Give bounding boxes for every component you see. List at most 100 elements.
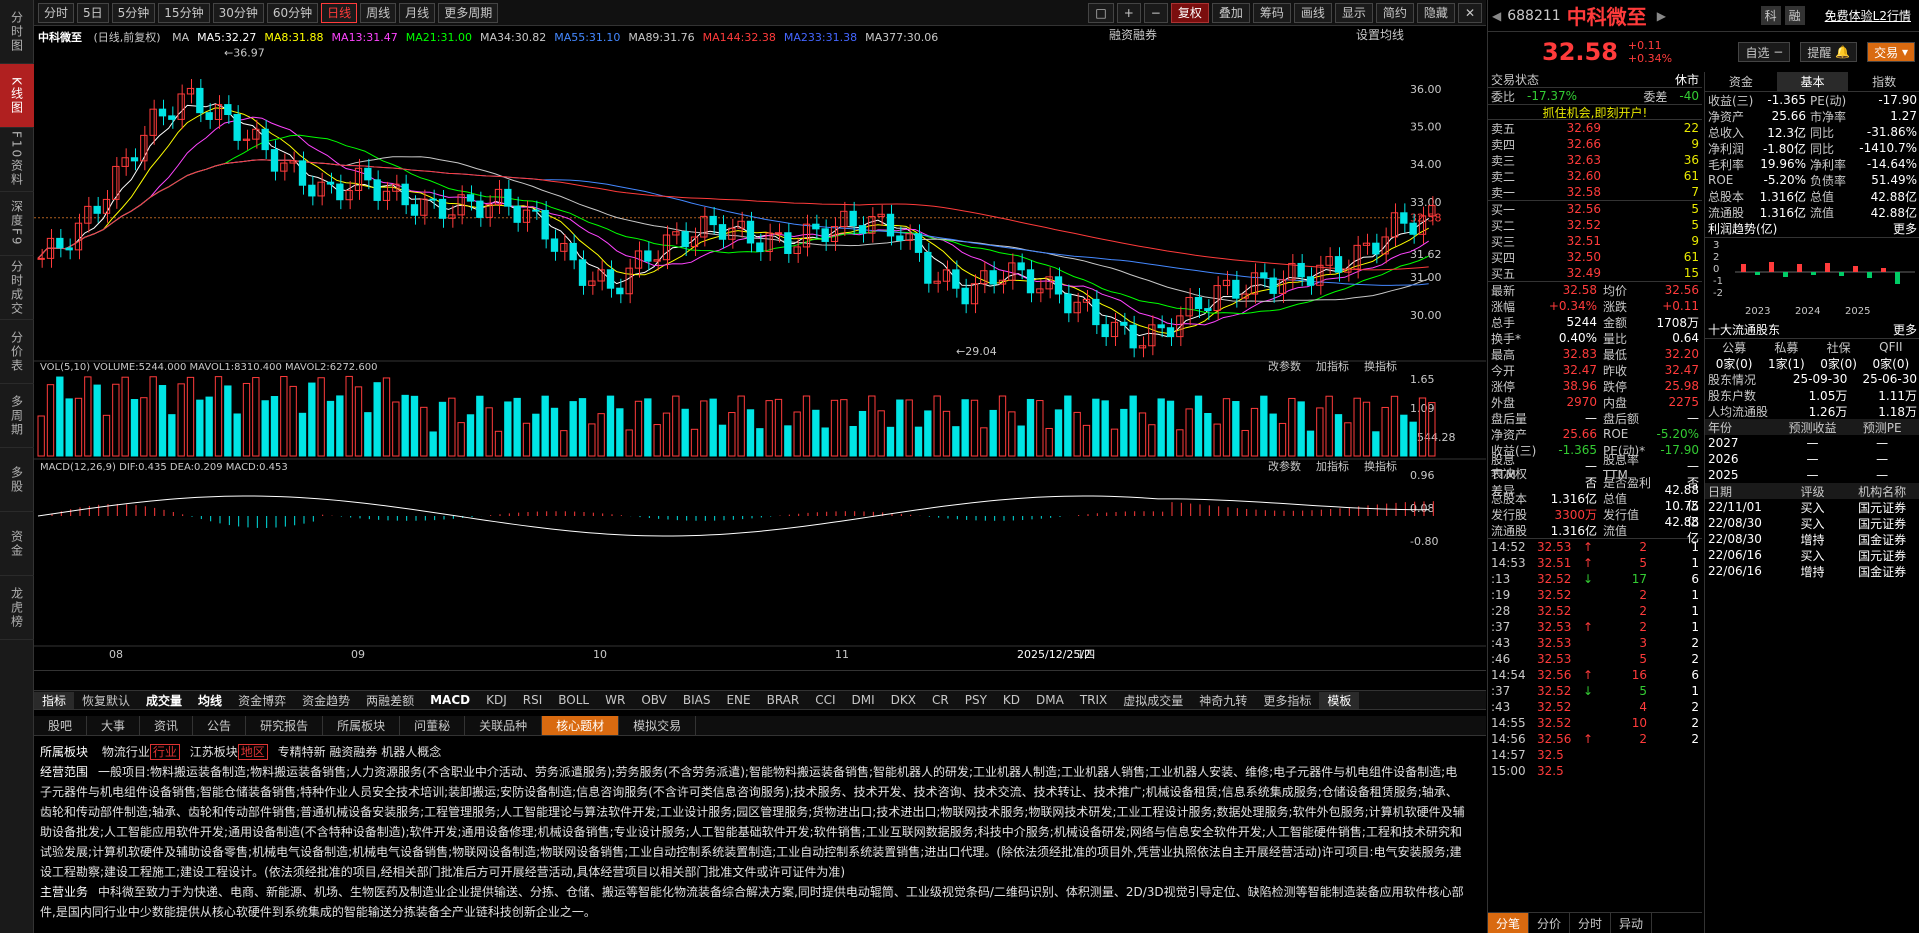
bk-industry[interactable]: 物流行业: [102, 745, 150, 759]
info-tab-6[interactable]: 问董秘: [400, 716, 466, 735]
bottom-tab-2[interactable]: 分时: [1570, 913, 1612, 933]
diejia-button[interactable]: 叠加: [1211, 2, 1250, 23]
left-nav-item-4[interactable]: 分时成交: [0, 256, 34, 320]
left-nav-item-8[interactable]: 资金: [0, 512, 34, 576]
period-tab-6[interactable]: 日线: [321, 2, 358, 23]
period-tab-7[interactable]: 周线: [360, 2, 397, 23]
left-nav-item-5[interactable]: 分价表: [0, 320, 34, 384]
period-tab-8[interactable]: 月线: [399, 2, 436, 23]
indicator-12[interactable]: OBV: [633, 693, 675, 707]
jianyue-button[interactable]: 简约: [1375, 2, 1414, 23]
vol-bar: [793, 411, 801, 457]
stat-label: ROE: [1603, 427, 1629, 441]
period-tab-4[interactable]: 30分钟: [212, 2, 264, 23]
xianshi-button[interactable]: 显示: [1334, 2, 1373, 23]
period-tab-0[interactable]: 分时: [38, 2, 75, 23]
info-tab-0[interactable]: 股吧: [34, 716, 88, 735]
bottom-tab-0[interactable]: 分笔: [1488, 913, 1530, 933]
indicator-0[interactable]: 指标: [34, 691, 75, 709]
fuquan-button[interactable]: 复权: [1170, 2, 1209, 23]
candle-body: [364, 167, 372, 181]
info-tab-7[interactable]: 关联品种: [465, 716, 543, 735]
stat-label: 昨收: [1603, 363, 1628, 378]
indicator-24[interactable]: 虚拟成交量: [1115, 692, 1191, 709]
indicator-19[interactable]: CR: [924, 693, 957, 707]
indicator-21[interactable]: KD: [995, 693, 1028, 707]
indicator-16[interactable]: CCI: [807, 693, 843, 707]
info-tab-5[interactable]: 所属板块: [323, 716, 401, 735]
indicator-17[interactable]: DMI: [844, 693, 883, 707]
bottom-tab-3[interactable]: 异动: [1611, 913, 1653, 933]
indicator-8[interactable]: KDJ: [478, 693, 515, 707]
zoom-in-button[interactable]: +: [1116, 2, 1141, 23]
bottom-tab-1[interactable]: 分价: [1529, 913, 1571, 933]
indicator-14[interactable]: ENE: [718, 693, 758, 707]
indicator-23[interactable]: TRIX: [1072, 693, 1115, 707]
indicator-5[interactable]: 资金趋势: [294, 692, 358, 709]
left-nav-item-9[interactable]: 龙虎榜: [0, 576, 34, 640]
toolbar-icon-box[interactable]: □: [1088, 2, 1114, 23]
close-icon[interactable]: ✕: [1457, 2, 1482, 23]
indicator-7[interactable]: MACD: [422, 693, 478, 707]
left-nav-item-2[interactable]: F10资料: [0, 128, 34, 192]
chouma-button[interactable]: 筹码: [1252, 2, 1291, 23]
fund-tab-1[interactable]: 基本: [1776, 72, 1849, 91]
vol-bar: [494, 430, 503, 457]
indicator-26[interactable]: 更多指标: [1255, 692, 1319, 709]
indicator-4[interactable]: 资金博弈: [230, 692, 294, 709]
info-tab-8[interactable]: 核心题材: [542, 716, 620, 735]
trend-more[interactable]: 更多: [1893, 220, 1917, 237]
indicator-11[interactable]: WR: [597, 693, 633, 707]
fund-tab-2[interactable]: 指数: [1848, 72, 1919, 91]
info-tab-1[interactable]: 大事: [87, 716, 141, 735]
period-tab-1[interactable]: 5日: [77, 2, 109, 23]
next-stock-icon[interactable]: ▶: [1657, 9, 1666, 23]
indicator-6[interactable]: 两融差额: [358, 692, 422, 709]
vol-bar: [261, 400, 269, 457]
bk-concepts[interactable]: 专精特新 融资融券 机器人概念: [278, 745, 442, 759]
top10-more[interactable]: 更多: [1893, 321, 1917, 338]
left-nav-item-3[interactable]: 深度F9: [0, 192, 34, 256]
info-tab-4[interactable]: 研究报告: [246, 716, 324, 735]
huaxian-button[interactable]: 画线: [1293, 2, 1332, 23]
indicator-15[interactable]: BRAR: [759, 693, 808, 707]
indicator-3[interactable]: 均线: [190, 692, 230, 709]
indicator-20[interactable]: PSY: [957, 693, 995, 707]
zixuan-button[interactable]: 自选 −: [1738, 42, 1791, 62]
indicator-27[interactable]: 模板: [1319, 691, 1360, 709]
indicator-25[interactable]: 神奇九转: [1191, 692, 1255, 709]
fund-tab-0[interactable]: 资金: [1705, 72, 1777, 91]
indicator-18[interactable]: DKX: [883, 693, 924, 707]
open-account-ad[interactable]: 抓住机会,即刻开户!: [1543, 104, 1648, 121]
jiaoyi-button[interactable]: 交易 ▾: [1867, 42, 1915, 62]
indicator-10[interactable]: BOLL: [550, 693, 597, 707]
yincang-button[interactable]: 隐藏: [1416, 2, 1455, 23]
kline-chart-area[interactable]: 中科微至 (日线,前复权) MA MA5:32.27 MA8:31.88 MA13:3…: [34, 26, 1486, 671]
indicator-2[interactable]: 成交量: [138, 692, 190, 709]
period-tab-9[interactable]: 更多周期: [438, 2, 499, 23]
period-tab-5[interactable]: 60分钟: [266, 2, 319, 23]
vol-bar: [158, 385, 167, 457]
indicator-13[interactable]: BIAS: [675, 693, 719, 707]
indicator-1[interactable]: 恢复默认: [74, 692, 138, 709]
left-nav-item-7[interactable]: 多股: [0, 448, 34, 512]
zoom-out-button[interactable]: −: [1143, 2, 1168, 23]
indicator-9[interactable]: RSI: [515, 693, 551, 707]
tixing-button[interactable]: 提醒 🔔: [1800, 42, 1858, 62]
candle-body: [298, 160, 307, 186]
info-tab-3[interactable]: 公告: [193, 716, 247, 735]
indicator-22[interactable]: DMA: [1028, 693, 1072, 707]
stat-label: 总值: [1603, 491, 1628, 506]
info-tab-9[interactable]: 模拟交易: [619, 716, 697, 735]
l2-link[interactable]: 免费体验L2行情: [1825, 7, 1911, 24]
prev-stock-icon[interactable]: ◀: [1492, 9, 1501, 23]
period-tab-3[interactable]: 15分钟: [158, 2, 210, 23]
bk-region[interactable]: 江苏板块: [190, 745, 238, 759]
left-nav-item-0[interactable]: 分时图: [0, 0, 34, 64]
vol-bar: [560, 430, 568, 457]
period-tab-2[interactable]: 5分钟: [111, 2, 156, 23]
left-nav-item-1[interactable]: K线图: [0, 64, 34, 128]
left-nav-item-6[interactable]: 多周期: [0, 384, 34, 448]
price-label-3: 33.00: [1410, 196, 1442, 209]
info-tab-2[interactable]: 资讯: [140, 716, 194, 735]
